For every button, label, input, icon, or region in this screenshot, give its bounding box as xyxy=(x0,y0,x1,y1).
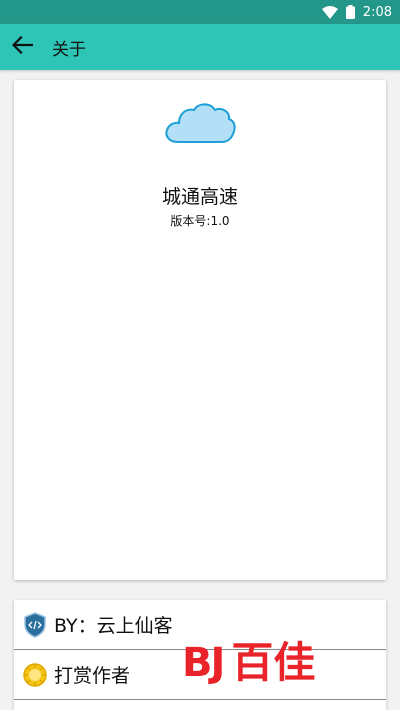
author-label: BY：云上仙客 xyxy=(54,615,173,637)
app-bar: 关于 xyxy=(0,24,400,70)
battery-icon xyxy=(345,5,355,19)
app-name: 城通高速 xyxy=(161,186,238,208)
reward-icon xyxy=(22,662,48,688)
version-label: 版本号:1.0 xyxy=(170,214,230,228)
status-time: 2:08 xyxy=(362,4,392,20)
page-title: 关于 xyxy=(52,39,86,60)
back-button[interactable] xyxy=(0,24,44,70)
status-bar: 2:08 xyxy=(0,0,400,24)
wifi-icon xyxy=(321,5,338,19)
arrow-back-icon xyxy=(11,35,34,58)
cloud-logo-icon xyxy=(164,102,236,148)
watermark-logo-mark: BJ xyxy=(182,640,225,686)
watermark-logo: BJ 百佳 xyxy=(182,642,315,684)
about-card: 城通高速 版本号:1.0 xyxy=(14,80,386,580)
watermark-text: 百佳 xyxy=(231,638,316,687)
reward-label: 打赏作者 xyxy=(54,665,131,687)
shield-code-icon xyxy=(22,611,48,638)
